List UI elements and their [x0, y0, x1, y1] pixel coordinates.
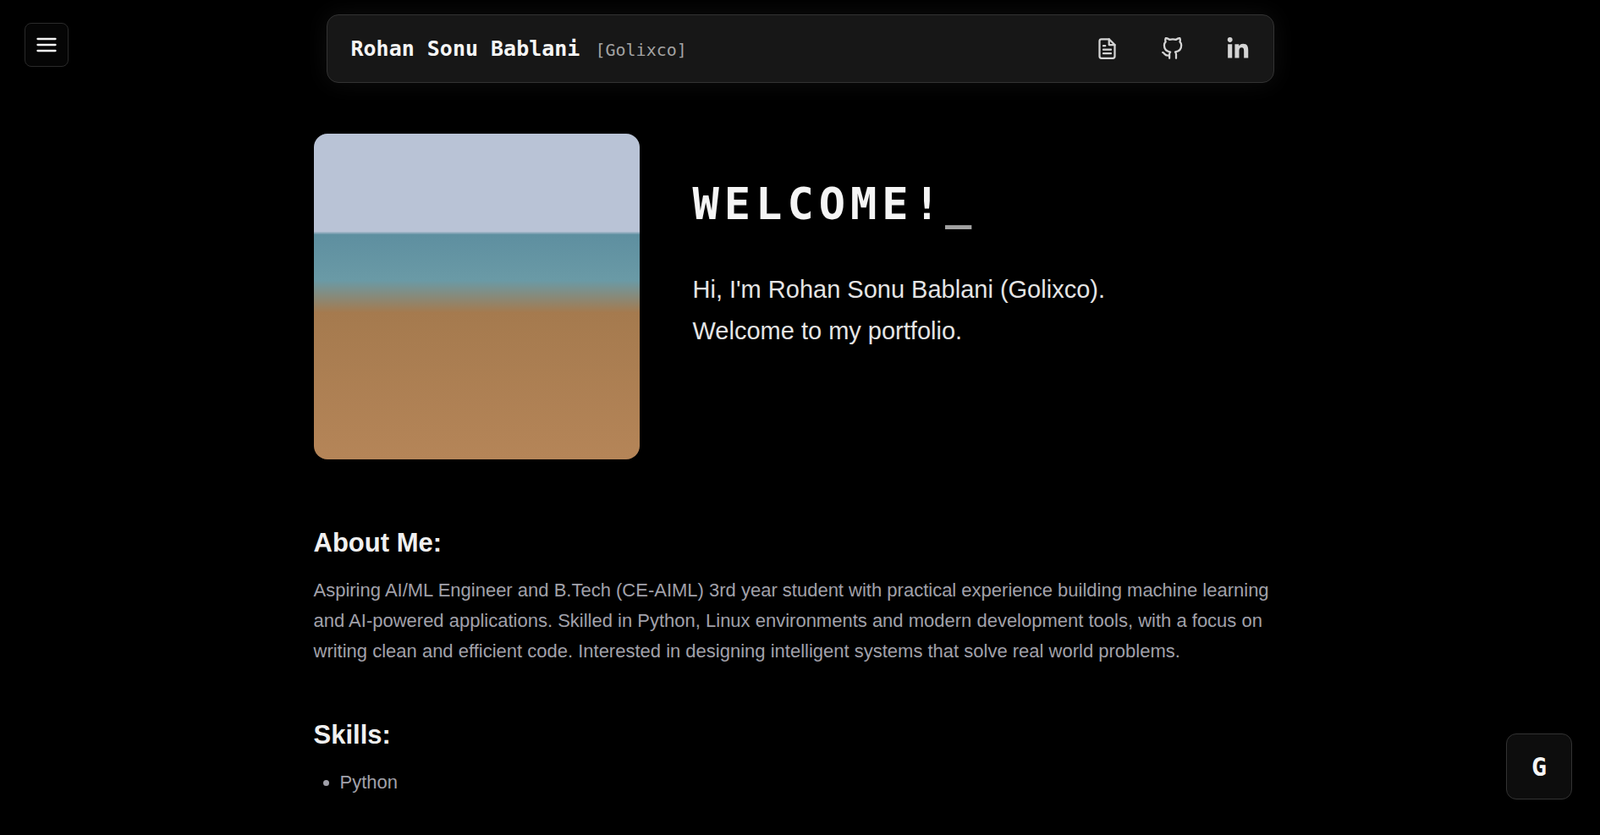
skills-heading: Skills:: [313, 719, 1287, 751]
profile-photo: [313, 133, 640, 460]
linkedin-icon: [1226, 37, 1250, 61]
site-name: Rohan Sonu Bablani: [351, 36, 581, 61]
skill-item: Python: [340, 767, 1287, 798]
brand: Rohan Sonu Bablani [Golixco]: [351, 36, 688, 61]
menu-button[interactable]: [24, 22, 69, 67]
cursor: _: [945, 178, 972, 230]
github-icon: [1160, 37, 1184, 61]
linkedin-link[interactable]: [1226, 37, 1250, 61]
about-text: Aspiring AI/ML Engineer and B.Tech (CE-A…: [313, 575, 1287, 667]
intro: Hi, I'm Rohan Sonu Bablani (Golixco).Wel…: [692, 269, 1106, 352]
document-icon: [1095, 37, 1119, 61]
social-links: [1095, 37, 1250, 61]
page: Rohan Sonu Bablani [Golixco] WELCOME!_ Hi, …: [0, 0, 1600, 835]
header-bar: Rohan Sonu Bablani [Golixco]: [326, 14, 1275, 83]
site-handle: [Golixco]: [594, 39, 687, 61]
resume-link[interactable]: [1095, 37, 1119, 61]
welcome-title: WELCOME!_: [692, 177, 1106, 231]
about-heading: About Me:: [313, 527, 1287, 559]
github-link[interactable]: [1160, 37, 1184, 61]
hero-text: WELCOME!_ Hi, I'm Rohan Sonu Bablani (Gol…: [692, 133, 1106, 460]
skills-list: Python: [313, 767, 1287, 798]
menu-icon: [34, 32, 59, 57]
content: WELCOME!_ Hi, I'm Rohan Sonu Bablani (Gol…: [313, 133, 1287, 798]
hero: WELCOME!_ Hi, I'm Rohan Sonu Bablani (Gol…: [313, 133, 1287, 460]
floating-button[interactable]: G: [1506, 733, 1573, 800]
